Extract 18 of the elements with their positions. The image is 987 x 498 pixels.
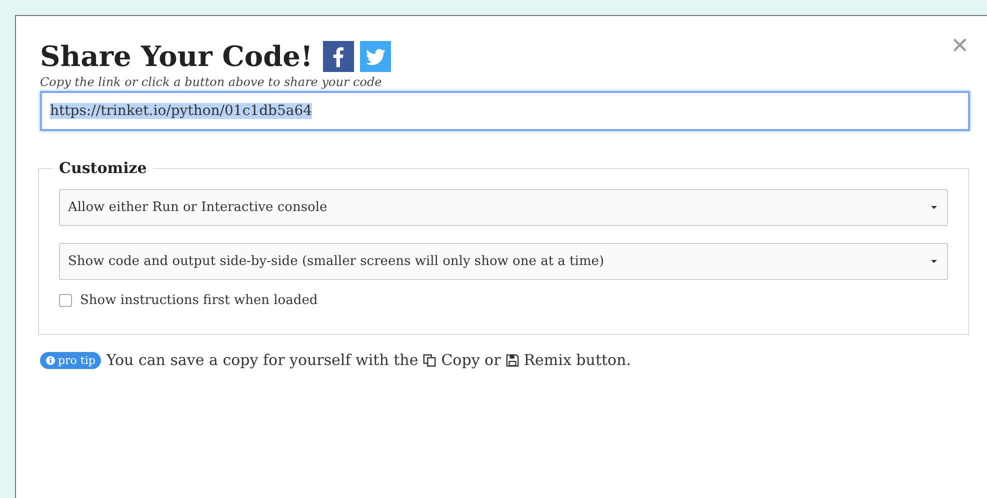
customize-legend: Customize	[53, 159, 153, 177]
copy-icon	[423, 354, 436, 366]
tip-text: Copy or	[441, 351, 501, 369]
checkbox[interactable]	[59, 294, 72, 307]
dialog-title: Share Your Code!	[40, 40, 313, 73]
pro-tip-badge: pro tip	[40, 352, 102, 368]
caret-icon	[931, 206, 937, 209]
dropdown[interactable]: Allow either Run or Interactive console	[59, 189, 948, 226]
share-hint: Copy the link or click a button above to share your code	[40, 75, 383, 89]
dropdown[interactable]: Show code and output side-by-side (smaller screens will only show one at a time)	[59, 243, 948, 280]
facebook-icon[interactable]	[322, 41, 354, 72]
tip-text: Remix button.	[524, 351, 631, 369]
save-icon	[506, 354, 519, 366]
link-field[interactable]: https://trinket.io/python/01c1db5a64	[40, 91, 970, 131]
caret-icon	[931, 260, 937, 263]
checkbox-label: Show instructions first when loaded	[80, 293, 318, 308]
tip-text: You can save a copy for yourself with the	[106, 351, 418, 369]
twitter-icon[interactable]	[360, 41, 391, 72]
